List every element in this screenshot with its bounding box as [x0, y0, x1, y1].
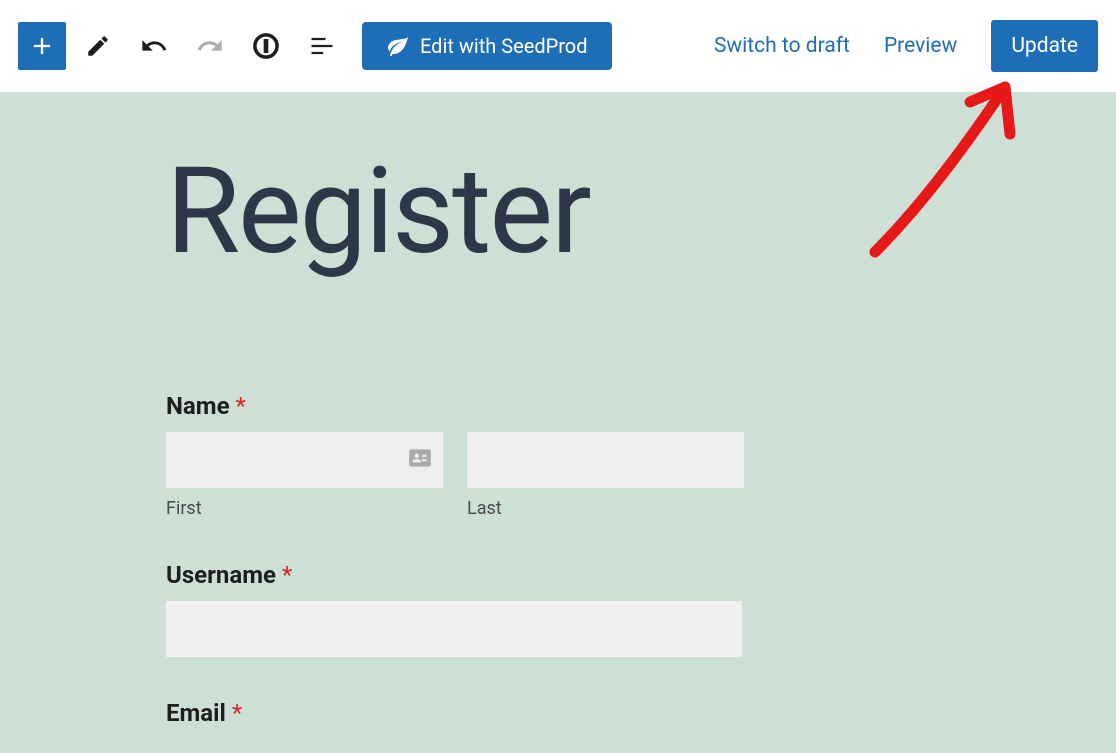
outline-icon [308, 32, 336, 60]
last-name-sublabel: Last [467, 498, 744, 519]
redo-icon [196, 32, 224, 60]
email-label: Email * [166, 699, 1116, 727]
name-field-group: Name * First Last [166, 392, 1116, 519]
update-button[interactable]: Update [991, 20, 1098, 72]
editor-canvas: Register Name * First Last Us [0, 92, 1116, 753]
last-name-column: Last [467, 432, 744, 519]
name-label: Name * [166, 392, 1116, 420]
page-title[interactable]: Register [166, 142, 1116, 282]
username-label: Username * [166, 561, 1116, 589]
username-label-text: Username [166, 561, 276, 589]
first-name-column: First [166, 432, 443, 519]
first-name-input[interactable] [166, 432, 443, 488]
required-mark: * [232, 699, 242, 727]
last-name-input[interactable] [467, 432, 744, 488]
first-name-sublabel: First [166, 498, 443, 519]
first-name-input-wrap [166, 432, 443, 488]
preview-link[interactable]: Preview [884, 34, 957, 58]
seedprod-button-label: Edit with SeedProd [420, 34, 588, 58]
edit-tool-button[interactable] [74, 22, 122, 70]
required-mark: * [236, 392, 246, 420]
add-block-button[interactable] [18, 22, 66, 70]
email-field-group: Email * [166, 699, 1116, 727]
info-icon [252, 32, 280, 60]
undo-button[interactable] [130, 22, 178, 70]
username-field-group: Username * [166, 561, 1116, 657]
name-input-row: First Last [166, 432, 1116, 519]
seedprod-leaf-icon [386, 34, 410, 58]
email-label-text: Email [166, 699, 226, 727]
switch-to-draft-link[interactable]: Switch to draft [714, 34, 850, 58]
name-label-text: Name [166, 392, 230, 420]
editor-toolbar: Edit with SeedProd Switch to draft Previ… [0, 0, 1116, 92]
required-mark: * [282, 561, 292, 589]
username-input[interactable] [166, 601, 742, 657]
redo-button[interactable] [186, 22, 234, 70]
outline-button[interactable] [298, 22, 346, 70]
id-card-icon [407, 445, 433, 475]
header-actions: Switch to draft Preview Update [714, 20, 1098, 72]
plus-icon [28, 32, 56, 60]
undo-icon [140, 32, 168, 60]
pencil-icon [85, 33, 111, 59]
info-button[interactable] [242, 22, 290, 70]
edit-with-seedprod-button[interactable]: Edit with SeedProd [362, 22, 612, 70]
